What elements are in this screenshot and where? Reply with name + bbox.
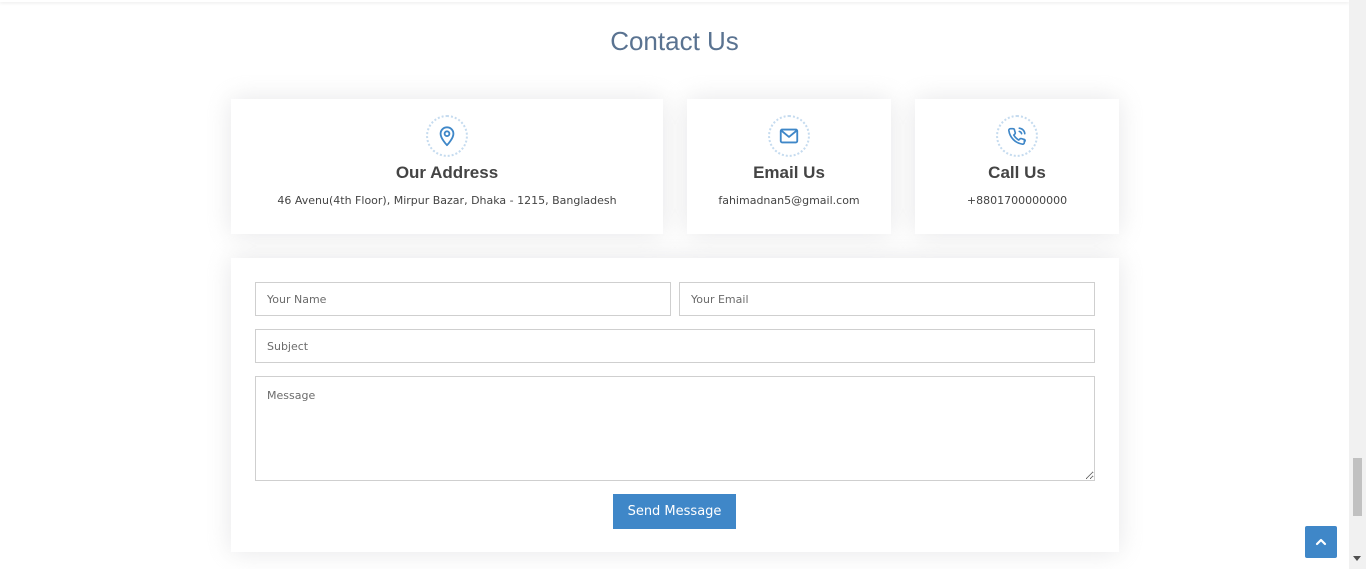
email-info-box: Email Us fahimadnan5@gmail.com — [687, 99, 891, 234]
back-to-top-button[interactable] — [1305, 526, 1337, 558]
email-input[interactable] — [679, 282, 1095, 316]
vertical-scrollbar[interactable] — [1349, 0, 1366, 569]
subject-input[interactable] — [255, 329, 1095, 363]
call-info-box: Call Us +8801700000000 — [915, 99, 1119, 234]
phone-text: +8801700000000 — [966, 194, 1068, 207]
map-pin-icon — [426, 115, 468, 157]
contact-form: Send Message — [231, 258, 1119, 552]
address-text: 46 Avenu(4th Floor), Mirpur Bazar, Dhaka… — [277, 194, 617, 207]
name-input[interactable] — [255, 282, 671, 316]
address-info-box: Our Address 46 Avenu(4th Floor), Mirpur … — [231, 99, 663, 234]
scroll-down-arrow-icon[interactable] — [1353, 556, 1361, 561]
scrollbar-thumb[interactable] — [1353, 458, 1362, 516]
address-title: Our Address — [395, 163, 499, 182]
send-message-button[interactable]: Send Message — [613, 494, 736, 529]
call-title: Call Us — [988, 163, 1046, 182]
section-title: Contact Us — [610, 26, 739, 56]
header-bottom-edge — [0, 0, 1349, 2]
phone-call-icon — [996, 115, 1038, 157]
message-textarea[interactable] — [255, 376, 1095, 481]
chevron-up-icon — [1315, 538, 1327, 546]
email-text: fahimadnan5@gmail.com — [718, 194, 860, 207]
email-title: Email Us — [753, 163, 825, 182]
envelope-icon — [768, 115, 810, 157]
